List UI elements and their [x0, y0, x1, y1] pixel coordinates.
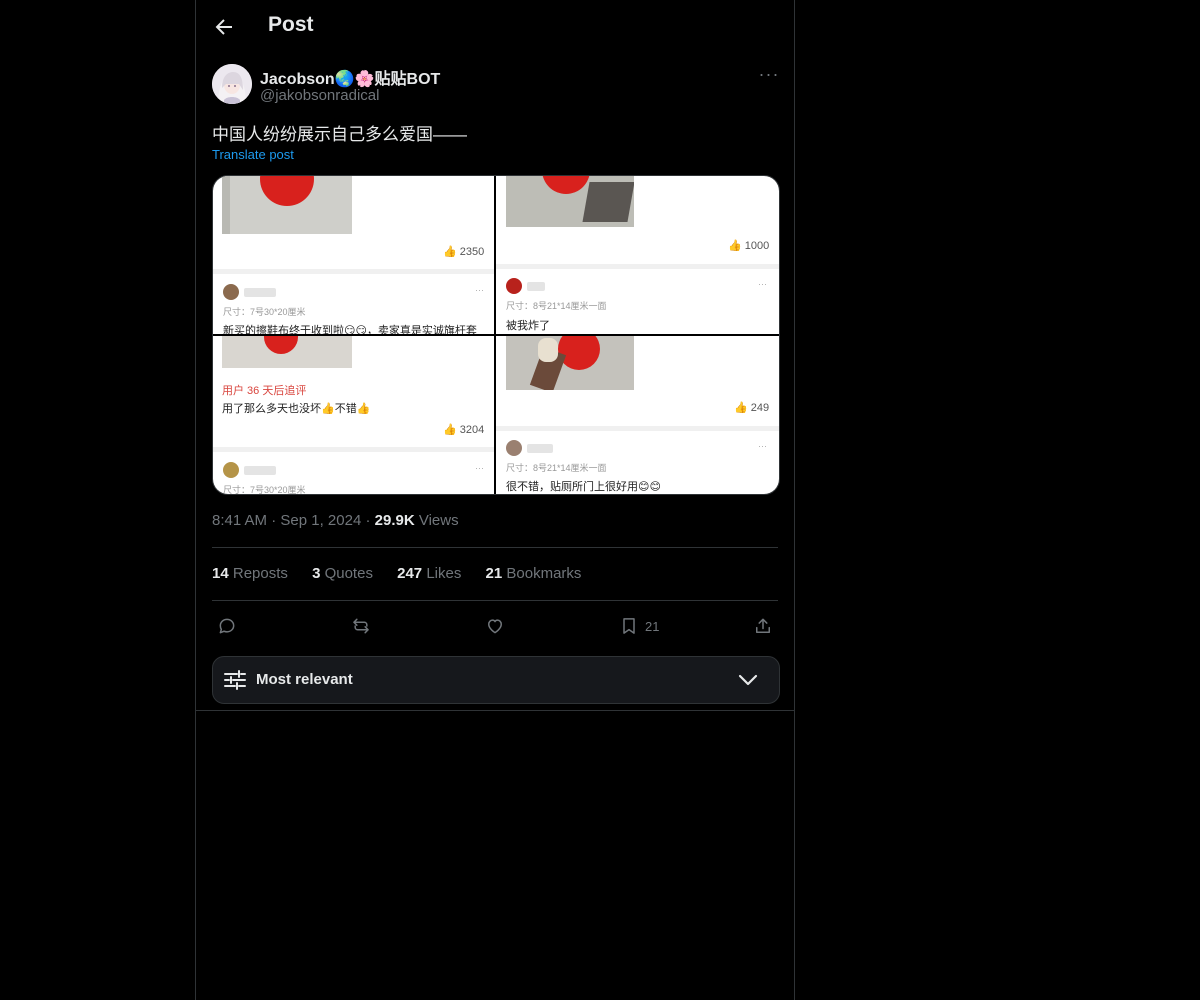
reviewer-avatar	[223, 462, 239, 478]
post-date[interactable]: Sep 1, 2024	[280, 512, 361, 529]
sort-dropdown[interactable]: Most relevant	[212, 656, 780, 704]
like-count: 👍 2350	[443, 246, 485, 258]
flag-photo	[222, 176, 352, 234]
review-size: 尺寸：7号30*20厘米	[223, 307, 306, 317]
like-value: 1000	[744, 240, 770, 252]
bookmark-icon	[623, 618, 635, 634]
post-column: Post Jacobson🌏🌸贴贴BOT @jakobsonradical ··…	[195, 0, 795, 1000]
reviewer-name	[527, 444, 553, 453]
post-media[interactable]: 👍 2350 ··· 尺寸：7号30*20厘米 新买的擦鞋布终于收到啦😏😏，卖家…	[212, 175, 780, 495]
like-count: 👍 1000	[728, 240, 770, 252]
flag-photo	[222, 336, 352, 368]
media-panel[interactable]: 用户 36 天后追评 用了那么多天也没坏👍不错👍 👍 3204 ··· 尺寸：7…	[213, 336, 494, 494]
repost-icon	[353, 618, 369, 634]
like-value: 3204	[459, 424, 485, 436]
review-text: 很不错，贴厕所门上很好用😊😊	[506, 481, 661, 493]
reviewer-avatar	[506, 278, 522, 294]
author-handle[interactable]: @jakobsonradical	[260, 87, 379, 104]
post-metadata: 8:41 AM · Sep 1, 2024 · 29.9K Views	[212, 512, 459, 529]
like-value: 2350	[459, 246, 485, 258]
translate-post-link[interactable]: Translate post	[212, 147, 294, 162]
review-text: 新买的擦鞋布终于收到啦😏😏，卖家真是实诚旗杆套	[223, 325, 477, 334]
like-icon	[488, 619, 502, 634]
page-title: Post	[268, 13, 314, 36]
quotes-stat[interactable]: 3 Quotes	[312, 565, 373, 582]
divider	[212, 600, 778, 601]
views-label: Views	[418, 512, 459, 529]
chevron-down-icon	[738, 674, 758, 686]
review-size: 尺寸：8号21*14厘米一面	[506, 463, 607, 473]
likes-stat[interactable]: 247 Likes	[397, 565, 461, 582]
reviewer-avatar	[506, 440, 522, 456]
divider	[212, 547, 778, 548]
bookmark-button[interactable]: 21	[619, 614, 659, 638]
media-panel[interactable]: 👍 249 ··· 尺寸：8号21*14厘米一面 很不错，贴厕所门上很好用😊😊	[496, 336, 779, 494]
reply-icon	[219, 618, 235, 634]
reviewer-avatar	[223, 284, 239, 300]
sort-label: Most relevant	[256, 671, 353, 688]
reposts-stat[interactable]: 14 Reposts	[212, 565, 288, 582]
post-time[interactable]: 8:41 AM	[212, 512, 267, 529]
post-text: 中国人纷纷展示自己多么爱国——	[212, 125, 467, 144]
reply-button[interactable]	[217, 614, 237, 638]
review-size: 尺寸：8号21*14厘米一面	[506, 301, 607, 311]
author-name[interactable]: Jacobson🌏🌸贴贴BOT	[260, 65, 440, 89]
reviewer-name	[244, 288, 276, 297]
flag-photo	[506, 176, 634, 227]
share-icon	[756, 618, 770, 633]
bookmarks-stat[interactable]: 21 Bookmarks	[486, 565, 582, 582]
reviewer-name	[527, 282, 545, 291]
repost-button[interactable]	[351, 614, 371, 638]
review-text: 用了那么多天也没坏👍不错👍	[222, 403, 371, 415]
like-value: 249	[750, 402, 770, 414]
reviewer-name	[244, 466, 276, 475]
media-panel[interactable]: 👍 1000 ··· 尺寸：8号21*14厘米一面 被我炸了	[496, 176, 779, 334]
share-button[interactable]	[753, 614, 773, 638]
back-arrow-icon[interactable]	[212, 15, 236, 39]
sliders-icon	[224, 670, 246, 690]
media-panel[interactable]: 👍 2350 ··· 尺寸：7号30*20厘米 新买的擦鞋布终于收到啦😏😏，卖家…	[213, 176, 494, 334]
like-button[interactable]	[485, 614, 505, 638]
header: Post	[196, 0, 794, 55]
more-icon[interactable]: ···	[756, 65, 782, 86]
review-size: 尺寸：7号30*20厘米	[223, 485, 306, 494]
views-count: 29.9K	[374, 512, 415, 529]
post-stats: 14 Reposts 3 Quotes 247 Likes 21 Bookmar…	[212, 565, 601, 582]
like-count: 👍 3204	[443, 424, 485, 436]
divider	[196, 710, 794, 711]
like-count: 👍 249	[734, 402, 770, 414]
followup-label: 用户 36 天后追评	[222, 385, 307, 397]
bookmark-count: 21	[645, 618, 660, 634]
review-text: 被我炸了	[506, 320, 550, 332]
avatar[interactable]	[212, 64, 252, 104]
flag-photo	[506, 336, 634, 390]
